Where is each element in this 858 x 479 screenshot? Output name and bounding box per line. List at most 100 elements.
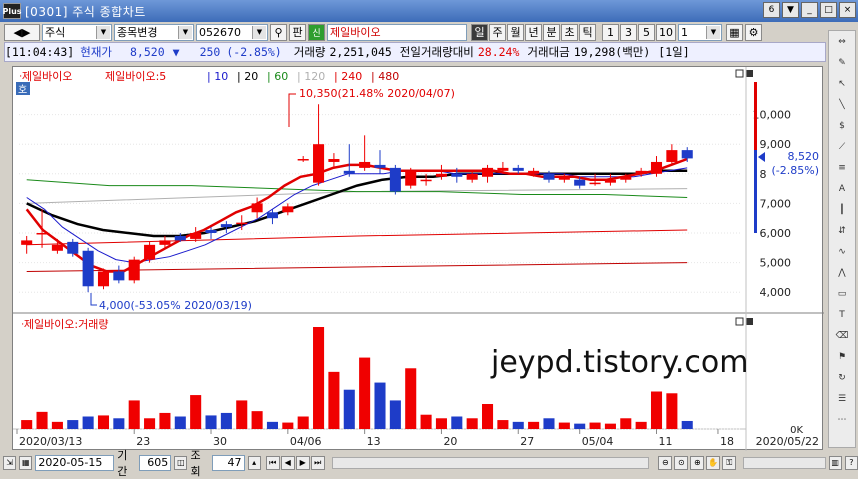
- text-tool-icon[interactable]: T: [831, 305, 853, 325]
- query-spin-icon[interactable]: ▴: [247, 455, 261, 470]
- query-input[interactable]: 47: [212, 454, 245, 471]
- volume-bar: [236, 400, 248, 429]
- scroll-last-icon[interactable]: ⏭: [310, 455, 325, 470]
- expand-icon[interactable]: ⇔: [831, 32, 853, 52]
- nav-arrows-button[interactable]: ◀▶: [4, 23, 40, 41]
- period-tick-button[interactable]: 틱: [579, 23, 596, 41]
- zoom-reset-icon[interactable]: ⊙: [674, 455, 689, 470]
- screen-number[interactable]: 6: [763, 2, 780, 18]
- pan-button[interactable]: 판: [289, 23, 306, 41]
- legend-ma-10: | 10: [207, 70, 228, 83]
- dropdown-icon[interactable]: ▼: [782, 2, 799, 18]
- chart-window: Plus [0301] 주식 종합차트 6 ▼ _ □ × ◀▶ 주식 종목변경…: [0, 0, 858, 478]
- period-day-button[interactable]: 일: [471, 23, 488, 41]
- period-input[interactable]: 605: [139, 454, 172, 471]
- auto-icon[interactable]: A: [831, 179, 853, 199]
- interval-select[interactable]: 1: [678, 23, 722, 41]
- query-icon[interactable]: ◫: [174, 455, 188, 470]
- list-icon[interactable]: ☰: [831, 389, 853, 409]
- trend-icon[interactable]: ⟋: [831, 137, 853, 157]
- minimize-button[interactable]: _: [801, 2, 818, 18]
- panel-restore-icon[interactable]: [735, 69, 744, 78]
- volume-bar: [389, 400, 401, 429]
- interval-10-button[interactable]: 10: [656, 23, 676, 41]
- volume-axis: 24,000K20,000K16,000K12,000K8,000K4,000K…: [790, 425, 803, 436]
- candle-body: [313, 144, 325, 183]
- stock-code-input[interactable]: 052670: [196, 23, 268, 41]
- market-select[interactable]: 주식: [42, 23, 112, 41]
- settings-icon[interactable]: ⚙: [745, 23, 762, 41]
- search-icon[interactable]: ⚲: [270, 23, 287, 41]
- volume-bar: [512, 421, 524, 429]
- range-select-icon[interactable]: ⇲: [3, 455, 17, 470]
- candle-body: [435, 173, 447, 177]
- candle-body: [21, 240, 33, 245]
- candle-body: [51, 244, 63, 251]
- candle-body: [113, 271, 125, 281]
- candle-body: [128, 259, 140, 281]
- volume-bar: [282, 422, 294, 429]
- tool-menu-icon[interactable]: ✎: [831, 53, 853, 73]
- wave-icon[interactable]: ∿: [831, 242, 853, 262]
- bars-icon[interactable]: ▥: [828, 455, 842, 470]
- hand-icon[interactable]: ✋: [706, 455, 721, 470]
- maximize-button[interactable]: □: [820, 2, 837, 18]
- more-icon[interactable]: ⋯: [831, 410, 853, 430]
- interval-3-button[interactable]: 3: [620, 23, 637, 41]
- date-tick-label: 20: [443, 435, 457, 448]
- period-buttons: 일 주 월 년 분 초 틱: [471, 23, 596, 41]
- candle-icon[interactable]: ┃: [831, 200, 853, 220]
- bookmark-icon[interactable]: ⚑: [831, 347, 853, 367]
- stock-chart[interactable]: ᐧ제일바이오 제일바이오:5 | 10 | 20 | 60 | 120 | 240 | 4…: [12, 66, 824, 451]
- horizontal-scrollbar[interactable]: [331, 456, 650, 469]
- stock-name-field[interactable]: 제일바이오: [327, 23, 467, 41]
- stock-change-select[interactable]: 종목변경: [114, 23, 194, 41]
- date-tick-label: 2020/05/22: [756, 435, 819, 448]
- scroll-prev-icon[interactable]: ◀: [280, 455, 295, 470]
- scroll-next-icon[interactable]: ▶: [295, 455, 310, 470]
- volume-bar: [128, 400, 140, 429]
- channel-icon[interactable]: ▭: [831, 284, 853, 304]
- fib-icon[interactable]: ≡: [831, 158, 853, 178]
- volume-title: ᐧ제일바이오:거래량: [21, 317, 109, 331]
- lock-icon[interactable]: ⚿: [722, 455, 737, 470]
- line-tool-icon[interactable]: ╲: [831, 95, 853, 115]
- panel-close-icon[interactable]: [746, 70, 753, 77]
- date-input[interactable]: 2020-05-15: [35, 454, 115, 471]
- volume-bar: [190, 395, 202, 429]
- period-week-button[interactable]: 주: [489, 23, 506, 41]
- candle-body: [666, 150, 678, 162]
- delete-icon[interactable]: ⌫: [831, 326, 853, 346]
- price-tick-label: 4,000: [760, 286, 792, 299]
- volume-bar: [451, 416, 463, 429]
- cursor-icon[interactable]: ↖: [831, 74, 853, 94]
- zoom-out-icon[interactable]: ⊖: [658, 455, 673, 470]
- interval-1-button[interactable]: 1: [602, 23, 619, 41]
- calendar-icon[interactable]: ▦: [19, 455, 33, 470]
- zigzag-icon[interactable]: ⋀: [831, 263, 853, 283]
- candle-body: [36, 233, 48, 235]
- candle-body: [420, 179, 432, 182]
- compare-icon[interactable]: ⇵: [831, 221, 853, 241]
- grid-icon[interactable]: ▦: [726, 23, 743, 41]
- help-icon[interactable]: ?: [844, 455, 858, 470]
- volume-bar: [220, 412, 232, 429]
- price-tool-icon[interactable]: $: [831, 116, 853, 136]
- candle-body: [451, 173, 463, 177]
- zoom-in-icon[interactable]: ⊕: [690, 455, 705, 470]
- period-month-button[interactable]: 월: [507, 23, 524, 41]
- period-minute-button[interactable]: 분: [543, 23, 560, 41]
- volume-bar: [497, 420, 509, 429]
- refresh-icon[interactable]: ↻: [831, 368, 853, 388]
- volume-close-icon[interactable]: [746, 318, 753, 325]
- price-change: 250: [199, 45, 221, 59]
- date-tick-label: 04/06: [290, 435, 322, 448]
- volume-bar: [113, 418, 125, 429]
- period-year-button[interactable]: 년: [525, 23, 542, 41]
- zoom-slider[interactable]: [743, 456, 826, 469]
- scroll-first-icon[interactable]: ⏮: [265, 455, 280, 470]
- volume-restore-icon[interactable]: [735, 317, 744, 326]
- close-button[interactable]: ×: [839, 2, 856, 18]
- interval-5-button[interactable]: 5: [638, 23, 655, 41]
- period-second-button[interactable]: 초: [561, 23, 578, 41]
